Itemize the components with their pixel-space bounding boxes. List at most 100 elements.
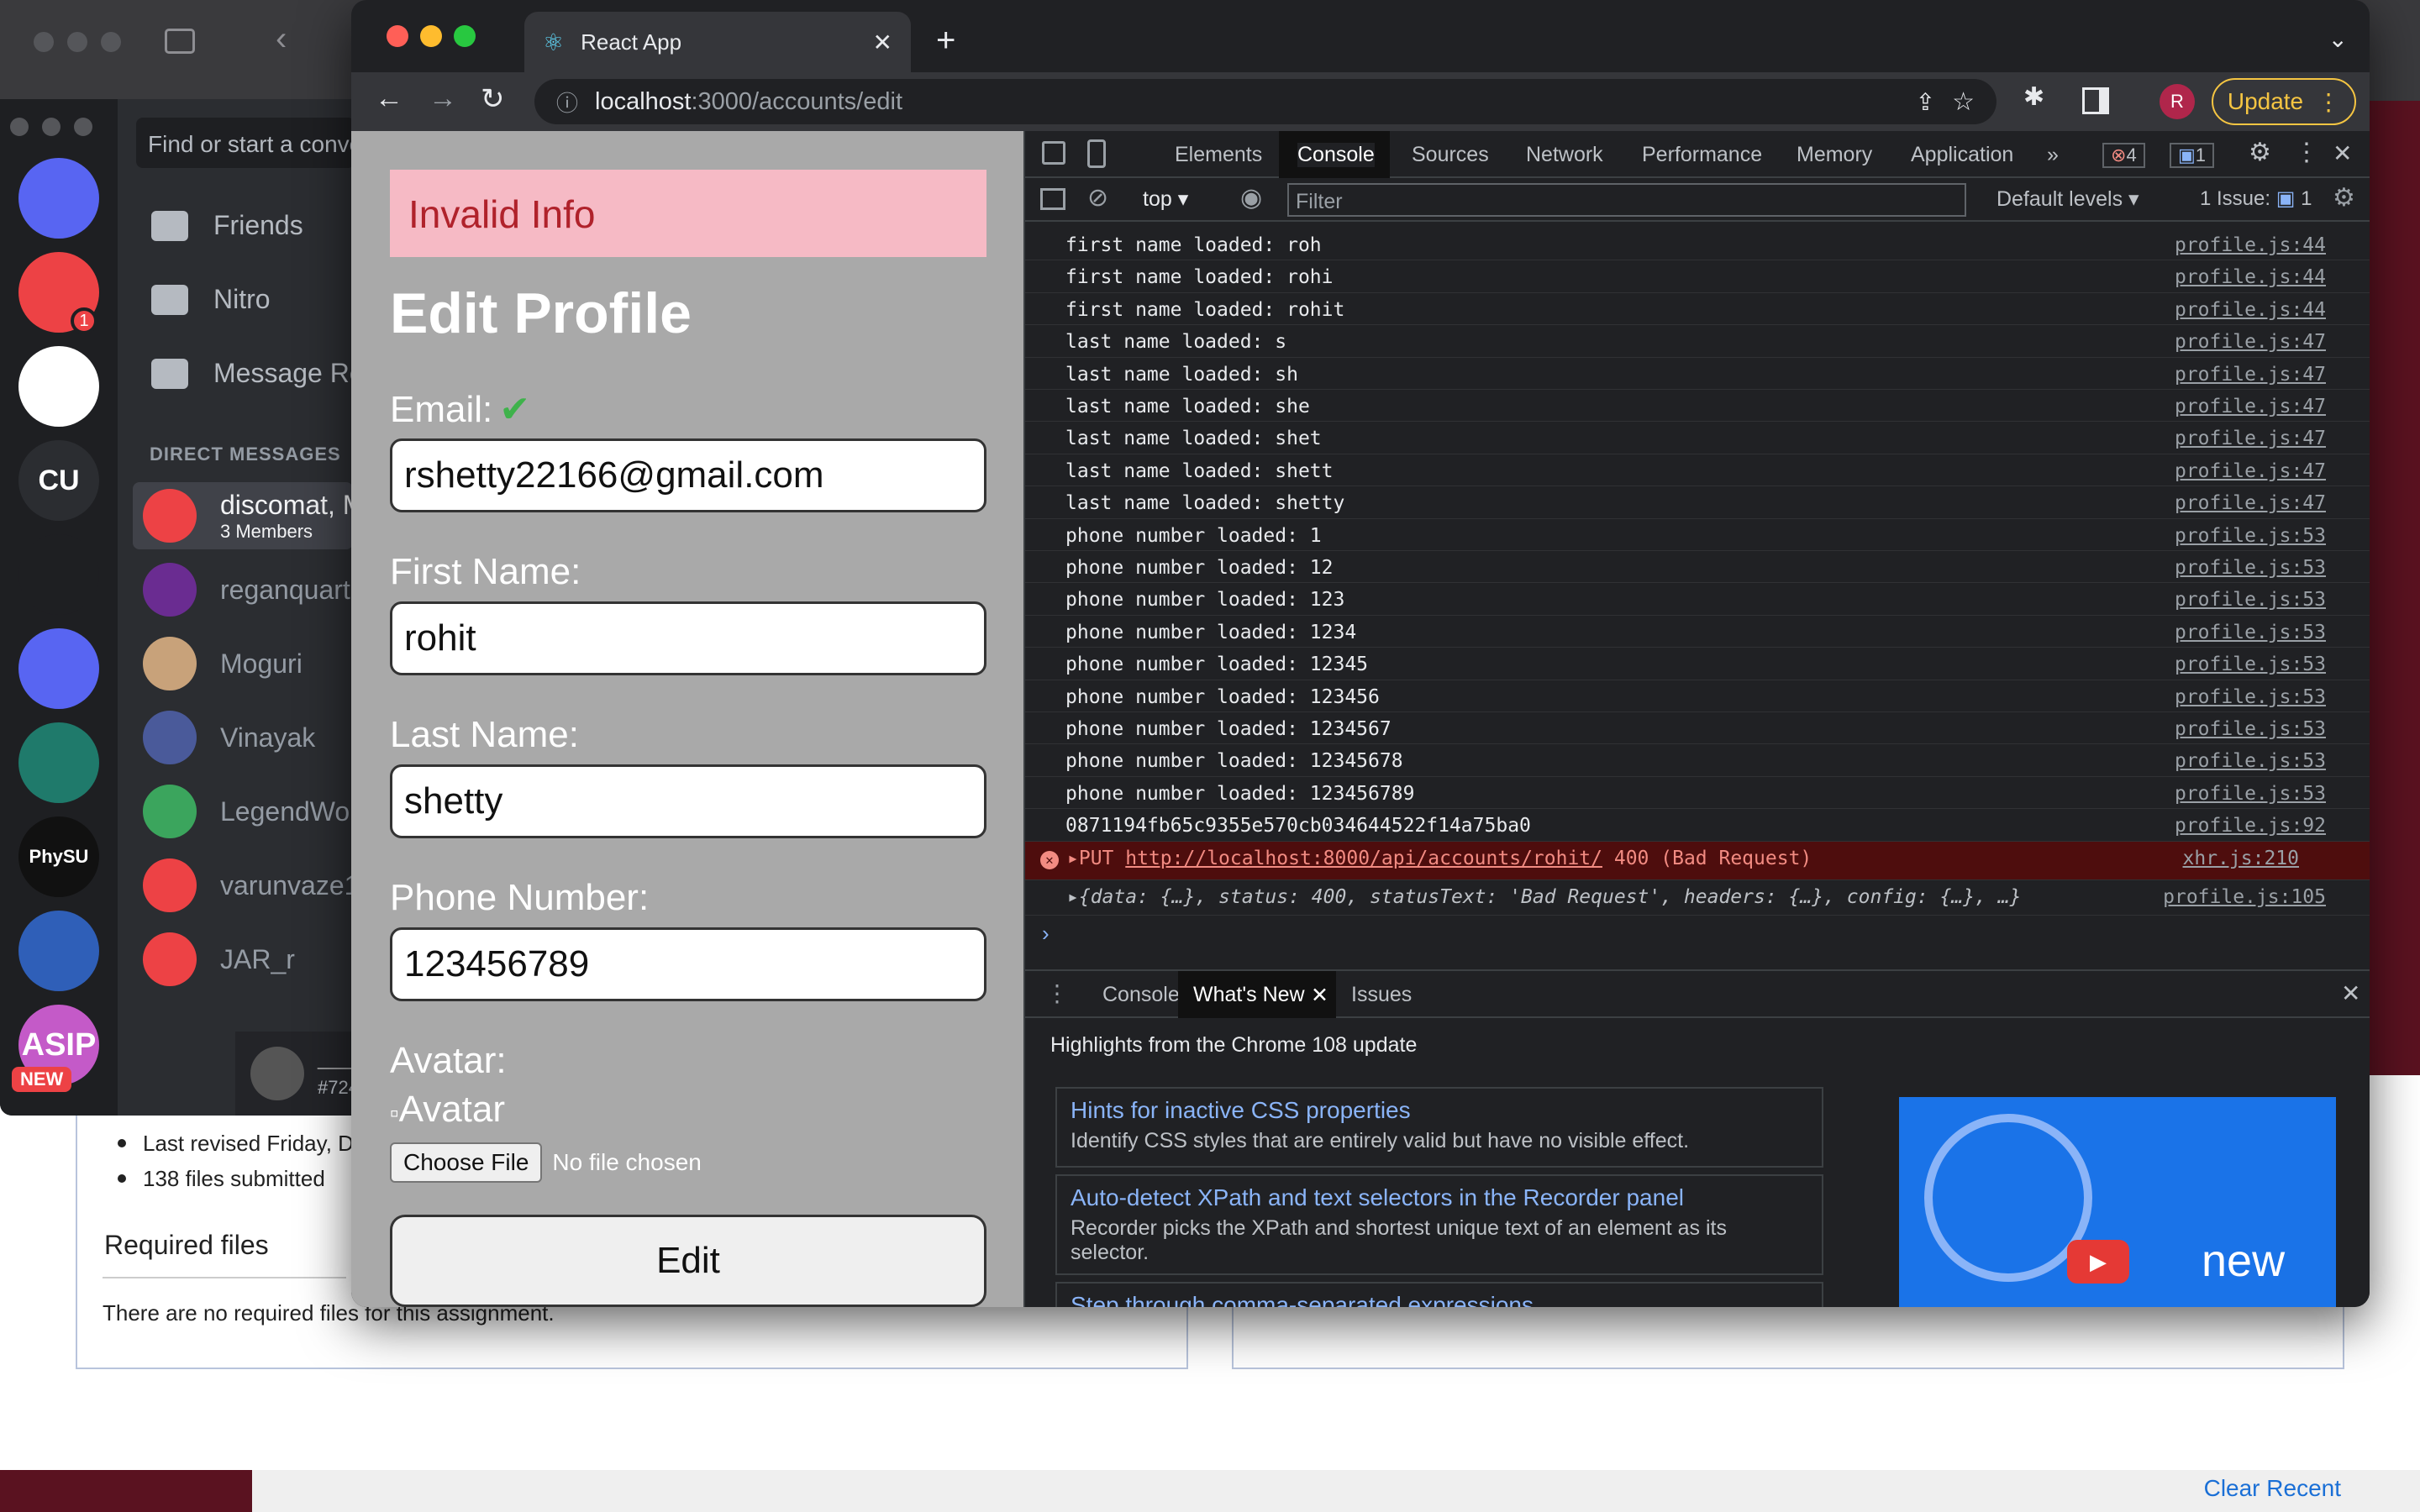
server-icon[interactable] [18,628,99,709]
back-icon[interactable]: ← [375,82,403,115]
log-source-link[interactable]: profile.js:53 [2175,750,2326,772]
email-field[interactable]: rshetty22166@gmail.com [390,438,986,512]
log-source-link[interactable]: profile.js:47 [2175,428,2326,449]
sidebar-icon[interactable] [1040,188,1065,210]
tab-network[interactable]: Network [1526,143,1603,167]
phone-field[interactable]: 123456789 [390,927,986,1001]
edit-button[interactable]: Edit [390,1215,986,1307]
drawer-tab-whats-new[interactable]: What's New [1193,983,1305,1007]
card-2-title[interactable]: Auto-detect XPath and text selectors in … [1071,1184,1808,1211]
reload-icon[interactable]: ↻ [481,82,505,116]
issues-button[interactable]: 1 Issue: ▣ 1 [2200,186,2312,211]
window-minimize-button[interactable] [420,25,442,47]
close-drawer-icon[interactable]: ✕ [2341,979,2360,1007]
close-devtools-icon[interactable]: ✕ [2333,139,2352,167]
side-panel-icon[interactable] [2082,87,2109,114]
card-3-title[interactable]: Step through comma-separated expressions [1071,1292,1808,1307]
drawer-menu-icon[interactable]: ⋮ [1045,979,1069,1007]
chrome-108-promo-video[interactable]: ▶ new [1899,1097,2336,1307]
dm-row[interactable]: LegendWon [143,778,353,845]
server-icon[interactable] [18,534,99,615]
message-count-badge[interactable]: ▣1 [2170,143,2215,168]
dm-row[interactable]: reganquart [143,556,350,623]
discord-close-dot[interactable] [10,118,29,136]
server-icon[interactable] [18,158,99,239]
log-source-link[interactable]: profile.js:44 [2175,266,2326,288]
clear-recent-link[interactable]: Clear Recent [2204,1475,2341,1502]
filter-input[interactable]: Filter [1287,183,1966,217]
new-tab-icon[interactable]: + [936,22,955,60]
log-source-link[interactable]: profile.js:53 [2175,622,2326,643]
whats-new-card-3[interactable]: Step through comma-separated expressions [1055,1282,1823,1307]
log-source-link[interactable]: profile.js:47 [2175,460,2326,482]
log-source-link[interactable]: profile.js:47 [2175,396,2326,417]
dm-row[interactable]: varunvaze12 [143,852,353,919]
profile-avatar[interactable]: R [2160,84,2195,119]
last-name-field[interactable]: shetty [390,764,986,838]
log-source-link[interactable]: profile.js:47 [2175,364,2326,386]
tab-console[interactable]: Console [1297,143,1375,167]
log-source-link[interactable]: profile.js:53 [2175,589,2326,611]
sidebar-toggle-icon[interactable] [165,29,195,54]
address-bar[interactable]: ⓘ localhost:3000/accounts/edit ⇪ ☆ [534,79,1996,124]
console-prompt[interactable]: › [1042,921,1050,947]
error-url-link[interactable]: http://localhost:8000/api/accounts/rohit… [1125,848,1602,869]
dm-row[interactable]: Vinayak [143,704,315,771]
bg-max-dot[interactable] [101,32,121,52]
tab-close-icon[interactable]: ✕ [873,29,892,56]
log-source-link[interactable]: profile.js:53 [2175,654,2326,675]
error-count-badge[interactable]: ⊗4 [2102,143,2145,168]
eye-icon[interactable]: ◉ [1240,183,1262,213]
browser-tab[interactable]: ⚛ React App ✕ [524,12,911,72]
tab-sources[interactable]: Sources [1412,143,1489,167]
share-icon[interactable]: ⇪ [1916,88,1935,116]
context-select[interactable]: top ▾ [1143,186,1188,212]
expand-arrow-icon[interactable]: ▸ [1067,848,1079,869]
first-name-field[interactable]: rohit [390,601,986,675]
discord-min-dot[interactable] [42,118,60,136]
inspect-icon[interactable] [1042,141,1065,165]
log-source-link[interactable]: profile.js:53 [2175,686,2326,708]
bg-min-dot[interactable] [67,32,87,52]
more-tabs-icon[interactable]: » [2047,143,2059,167]
tab-application[interactable]: Application [1911,143,2013,167]
whats-new-card-1[interactable]: Hints for inactive CSS properties Identi… [1055,1087,1823,1168]
dm-row[interactable]: discomat, M3 Members [133,482,353,549]
window-close-button[interactable] [387,25,408,47]
server-icon[interactable]: CU [18,440,99,521]
expand-arrow-icon[interactable]: ▸ [1067,886,1079,908]
drawer-tab-close-icon[interactable]: ✕ [1311,983,1328,1008]
info-icon[interactable]: ⓘ [556,87,578,118]
console-settings-icon[interactable]: ⚙ [2333,183,2355,213]
bookmark-star-icon[interactable]: ☆ [1952,87,1975,117]
server-icon[interactable] [18,722,99,803]
log-source-link[interactable]: profile.js:92 [2175,815,2326,837]
log-source-link[interactable]: profile.js:53 [2175,783,2326,805]
log-source-link[interactable]: profile.js:53 [2175,557,2326,579]
device-toolbar-icon[interactable] [1087,139,1106,168]
nav-friends[interactable]: Friends [151,210,303,241]
log-source-link[interactable]: profile.js:47 [2175,492,2326,514]
dm-search-input[interactable]: Find or start a conve [136,118,353,168]
console-object-row[interactable]: ▸{data: {…}, status: 400, statusText: 'B… [1025,880,2370,916]
server-icon[interactable]: PhySU [18,816,99,897]
window-maximize-button[interactable] [454,25,476,47]
log-source-link[interactable]: profile.js:44 [2175,299,2326,321]
error-source-link[interactable]: xhr.js:210 [2183,848,2299,869]
extensions-icon[interactable]: ✱ [2023,82,2044,112]
log-source-link[interactable]: profile.js:47 [2175,331,2326,353]
tab-search-chevron-icon[interactable]: ⌄ [2328,25,2348,53]
devtools-menu-icon[interactable]: ⋮ [2294,138,2319,167]
drawer-tab-console[interactable]: Console [1102,983,1180,1007]
server-icon[interactable] [18,911,99,991]
nav-nitro[interactable]: Nitro [151,284,271,315]
avatar[interactable] [250,1047,304,1100]
discord-max-dot[interactable] [74,118,92,136]
back-icon[interactable]: ‹ [276,20,287,58]
update-button[interactable]: Update ⋮ [2212,78,2356,125]
clear-console-icon[interactable]: ⊘ [1087,183,1108,213]
tab-memory[interactable]: Memory [1797,143,1872,167]
server-icon[interactable] [18,346,99,427]
log-source-link[interactable]: profile.js:44 [2175,234,2326,256]
youtube-play-icon[interactable]: ▶ [2067,1240,2129,1284]
